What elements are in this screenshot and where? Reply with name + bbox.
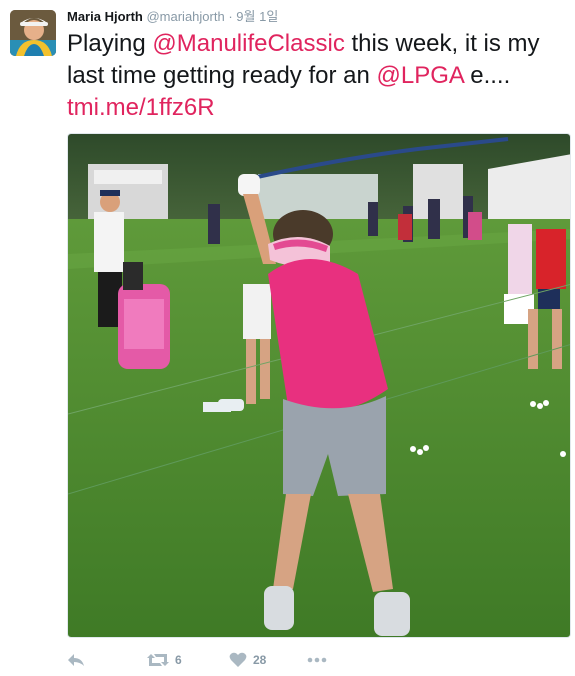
more-dots-icon bbox=[307, 657, 327, 663]
tweet-actions: 6 28 bbox=[67, 648, 567, 672]
retweet-icon bbox=[147, 654, 169, 666]
tweet-date[interactable]: 9월 1일 bbox=[236, 9, 278, 24]
avatar[interactable] bbox=[10, 10, 56, 56]
reply-button[interactable] bbox=[67, 648, 85, 672]
retweet-button[interactable]: 6 bbox=[147, 648, 182, 672]
like-button[interactable]: 28 bbox=[229, 648, 266, 672]
author-name[interactable]: Maria Hjorth bbox=[67, 9, 143, 24]
heart-icon bbox=[229, 652, 247, 667]
separator-dot: · bbox=[228, 9, 233, 24]
more-button[interactable] bbox=[307, 648, 327, 672]
tweet-text-part: e.... bbox=[463, 62, 511, 89]
tweet-text-part: Playing bbox=[67, 30, 153, 57]
mention-manulifeclassic[interactable]: @ManulifeClassic bbox=[152, 30, 344, 57]
tweet-text: Playing @ManulifeClassic this week, it i… bbox=[67, 28, 567, 124]
reply-icon bbox=[68, 654, 84, 666]
mention-lpga[interactable]: @LPGA bbox=[377, 62, 464, 89]
avatar-image bbox=[10, 10, 56, 56]
tweet-header: Maria Hjorth @mariahjorth · 9월 1일 bbox=[67, 9, 278, 25]
golf-practice-photo bbox=[68, 134, 570, 637]
author-handle[interactable]: @mariahjorth bbox=[146, 9, 224, 24]
tweet-photo[interactable] bbox=[67, 133, 571, 638]
like-count: 28 bbox=[253, 653, 267, 667]
retweet-count: 6 bbox=[175, 653, 182, 667]
tweet-link[interactable]: tmi.me/1ffz6R bbox=[67, 94, 215, 121]
